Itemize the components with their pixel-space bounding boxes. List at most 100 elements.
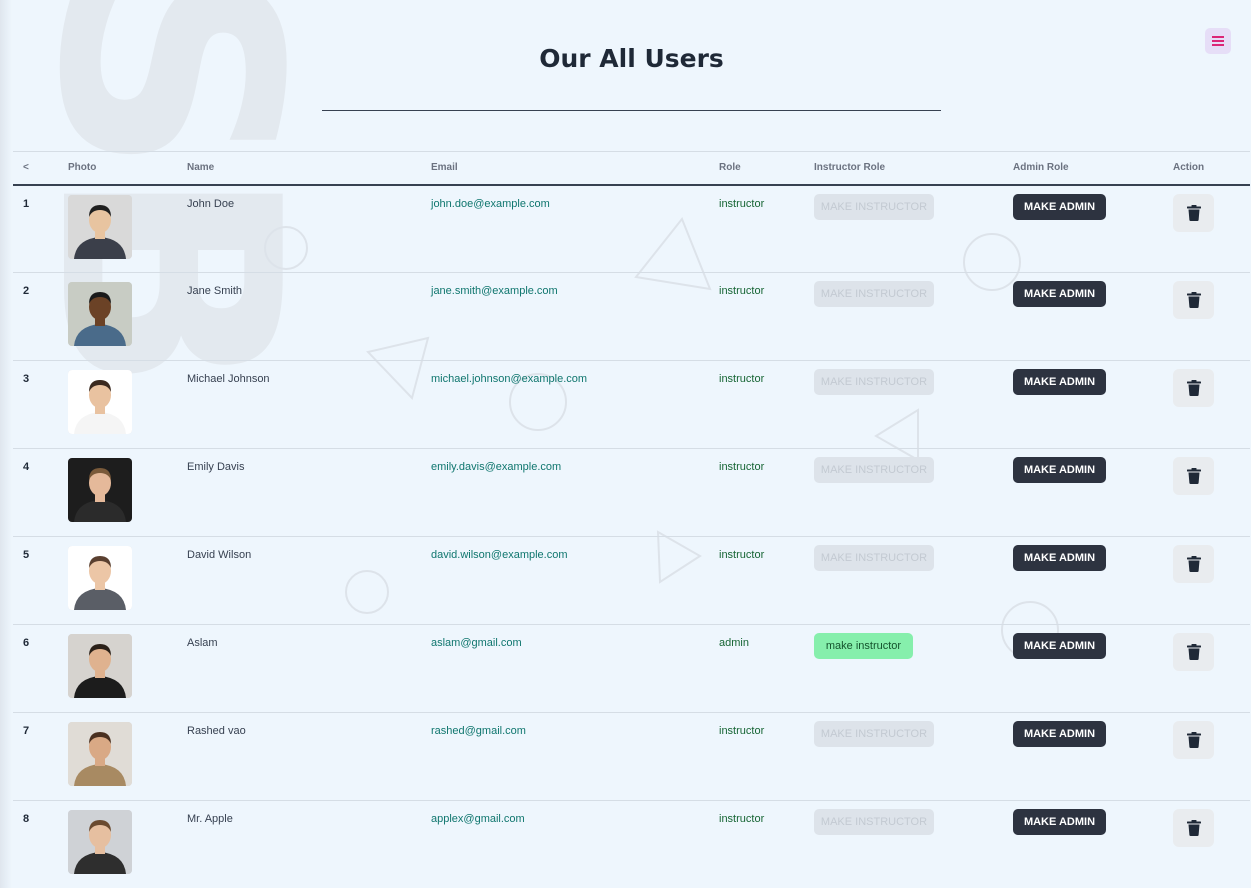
table-row: 6 Aslam aslam@gmail.com admin make instr… bbox=[13, 625, 1250, 713]
make-admin-button[interactable]: MAKE ADMIN bbox=[1013, 193, 1106, 220]
instructor-role-cell: MAKE INSTRUCTOR bbox=[804, 713, 1003, 801]
make-admin-button[interactable]: MAKE ADMIN bbox=[1013, 281, 1106, 307]
make-instructor-button[interactable]: make instructor bbox=[814, 633, 913, 659]
photo-cell bbox=[58, 273, 177, 361]
delete-button[interactable] bbox=[1173, 369, 1214, 407]
admin-role-cell: MAKE ADMIN bbox=[1003, 185, 1163, 273]
user-role: instructor bbox=[719, 813, 765, 825]
make-admin-button[interactable]: MAKE ADMIN bbox=[1013, 457, 1106, 483]
avatar bbox=[68, 458, 132, 522]
avatar bbox=[68, 546, 132, 610]
title-divider bbox=[322, 110, 941, 111]
row-number: 1 bbox=[23, 197, 30, 210]
table-row: 7 Rashed vao rashed@gmail.com instructor… bbox=[13, 713, 1250, 801]
user-name: Mr. Apple bbox=[187, 813, 233, 825]
header-action: Action bbox=[1173, 162, 1205, 174]
photo-cell bbox=[58, 713, 177, 801]
users-table: < Photo Name Email Role Instructor Role … bbox=[13, 151, 1250, 888]
make-admin-button[interactable]: MAKE ADMIN bbox=[1013, 721, 1106, 747]
action-cell bbox=[1163, 537, 1250, 625]
user-email: jane.smith@example.com bbox=[431, 285, 558, 297]
user-email: david.wilson@example.com bbox=[431, 549, 568, 561]
action-cell bbox=[1163, 185, 1250, 273]
delete-button[interactable] bbox=[1173, 281, 1214, 319]
user-email: aslam@gmail.com bbox=[431, 637, 522, 649]
avatar bbox=[68, 282, 132, 346]
trash-icon bbox=[1186, 204, 1201, 221]
avatar bbox=[68, 722, 132, 786]
make-instructor-button[interactable]: MAKE INSTRUCTOR bbox=[814, 457, 934, 483]
trash-icon bbox=[1186, 556, 1201, 572]
user-email: michael.johnson@example.com bbox=[431, 373, 588, 385]
table-row: 8 Mr. Apple applex@gmail.com instructor … bbox=[13, 801, 1250, 888]
user-role: instructor bbox=[719, 197, 765, 210]
admin-role-cell: MAKE ADMIN bbox=[1003, 801, 1163, 888]
user-name: Emily Davis bbox=[187, 461, 245, 473]
user-name: Aslam bbox=[187, 637, 218, 649]
user-role: instructor bbox=[719, 725, 765, 737]
make-admin-button[interactable]: MAKE ADMIN bbox=[1013, 633, 1106, 659]
make-instructor-button[interactable]: MAKE INSTRUCTOR bbox=[814, 281, 934, 307]
admin-role-cell: MAKE ADMIN bbox=[1003, 537, 1163, 625]
trash-icon bbox=[1186, 644, 1201, 660]
user-email: john.doe@example.com bbox=[431, 197, 550, 210]
header-email: Email bbox=[431, 162, 458, 174]
header-collapse[interactable]: < bbox=[13, 152, 58, 185]
header-role: Role bbox=[719, 162, 741, 174]
delete-button[interactable] bbox=[1173, 545, 1214, 583]
user-name: Jane Smith bbox=[187, 285, 243, 297]
action-cell bbox=[1163, 625, 1250, 713]
make-instructor-button[interactable]: MAKE INSTRUCTOR bbox=[814, 193, 934, 220]
make-admin-button[interactable]: MAKE ADMIN bbox=[1013, 809, 1106, 835]
row-number: 6 bbox=[23, 637, 30, 649]
admin-role-cell: MAKE ADMIN bbox=[1003, 449, 1163, 537]
trash-icon bbox=[1186, 820, 1201, 836]
admin-role-cell: MAKE ADMIN bbox=[1003, 273, 1163, 361]
user-role: admin bbox=[719, 637, 749, 649]
admin-role-cell: MAKE ADMIN bbox=[1003, 713, 1163, 801]
user-email: rashed@gmail.com bbox=[431, 725, 526, 737]
header-name: Name bbox=[187, 162, 215, 174]
admin-role-cell: MAKE ADMIN bbox=[1003, 625, 1163, 713]
header-instructor-role: Instructor Role bbox=[814, 162, 886, 174]
avatar bbox=[68, 810, 132, 874]
admin-role-cell: MAKE ADMIN bbox=[1003, 361, 1163, 449]
trash-icon bbox=[1186, 292, 1201, 308]
photo-cell bbox=[58, 625, 177, 713]
delete-button[interactable] bbox=[1173, 721, 1214, 759]
table-row: 4 Emily Davis emily.davis@example.com in… bbox=[13, 449, 1250, 537]
delete-button[interactable] bbox=[1173, 457, 1214, 495]
user-role: instructor bbox=[719, 285, 765, 297]
user-name: John Doe bbox=[187, 197, 235, 210]
user-role: instructor bbox=[719, 461, 765, 473]
photo-cell bbox=[58, 537, 177, 625]
make-instructor-button[interactable]: MAKE INSTRUCTOR bbox=[814, 721, 934, 747]
row-number: 5 bbox=[23, 549, 30, 561]
make-instructor-button[interactable]: MAKE INSTRUCTOR bbox=[814, 809, 934, 835]
make-instructor-button[interactable]: MAKE INSTRUCTOR bbox=[814, 545, 934, 571]
action-cell bbox=[1163, 273, 1250, 361]
user-name: David Wilson bbox=[187, 549, 252, 561]
trash-icon bbox=[1186, 732, 1201, 748]
make-admin-button[interactable]: MAKE ADMIN bbox=[1013, 369, 1106, 395]
photo-cell bbox=[58, 361, 177, 449]
make-instructor-button[interactable]: MAKE INSTRUCTOR bbox=[814, 369, 934, 395]
user-role: instructor bbox=[719, 373, 765, 385]
delete-button[interactable] bbox=[1173, 193, 1214, 232]
avatar bbox=[68, 194, 132, 259]
instructor-role-cell: MAKE INSTRUCTOR bbox=[804, 449, 1003, 537]
row-number: 7 bbox=[23, 725, 30, 737]
delete-button[interactable] bbox=[1173, 633, 1214, 671]
table-header-row: < Photo Name Email Role Instructor Role … bbox=[13, 151, 1250, 185]
user-role: instructor bbox=[719, 549, 765, 561]
avatar bbox=[68, 634, 132, 698]
delete-button[interactable] bbox=[1173, 809, 1214, 847]
instructor-role-cell: MAKE INSTRUCTOR bbox=[804, 185, 1003, 273]
table-row: 1 John Doe john.doe@example.com instruct… bbox=[13, 185, 1250, 273]
photo-cell bbox=[58, 449, 177, 537]
header-photo: Photo bbox=[68, 162, 97, 174]
action-cell bbox=[1163, 801, 1250, 888]
table-row: 5 David Wilson david.wilson@example.com … bbox=[13, 537, 1250, 625]
header-admin-role: Admin Role bbox=[1013, 162, 1069, 174]
make-admin-button[interactable]: MAKE ADMIN bbox=[1013, 545, 1106, 571]
